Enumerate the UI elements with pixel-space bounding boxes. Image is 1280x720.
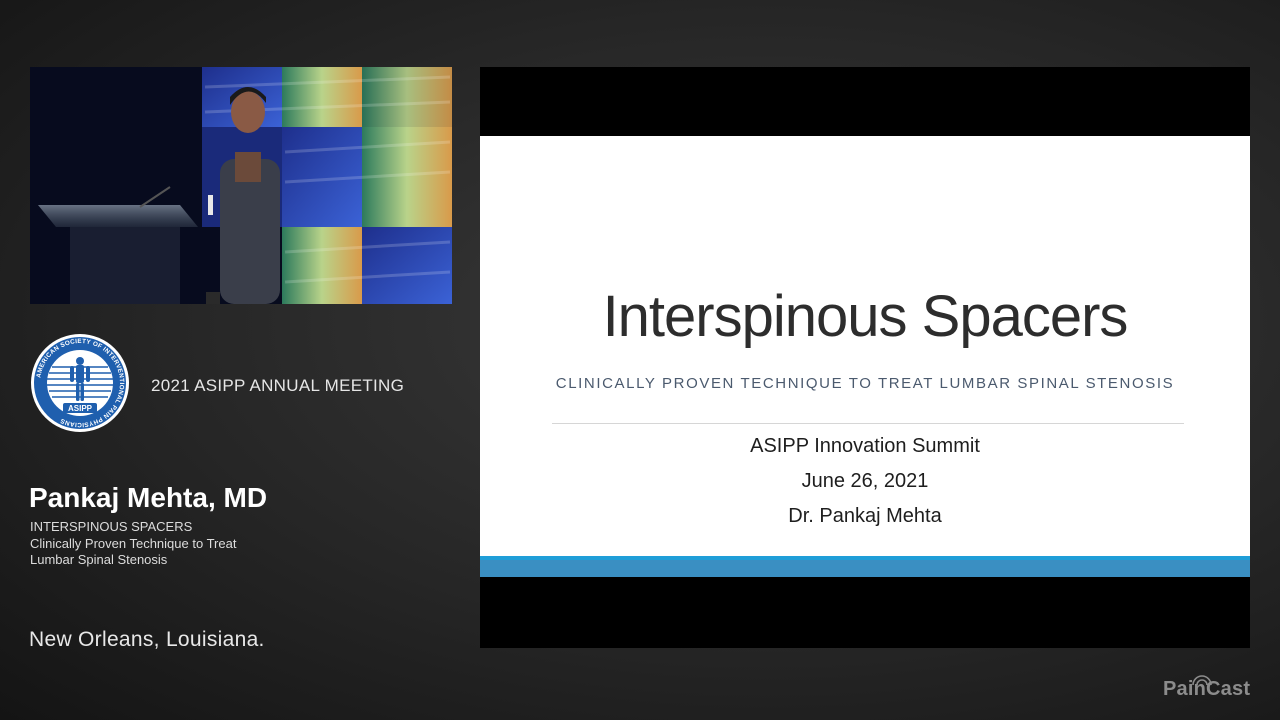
meeting-title: 2021 ASIPP ANNUAL MEETING [151, 376, 405, 395]
slide-panel: Interspinous Spacers CLINICALLY PROVEN T… [480, 67, 1250, 648]
slide-title: Interspinous Spacers [602, 284, 1129, 349]
paincast-watermark: PainCast [1163, 678, 1251, 700]
speaker-video [30, 67, 452, 304]
slide-author-line: Dr. Pankaj Mehta [788, 505, 942, 527]
asipp-logo: ASIPP AMERICAN SOCIETY OF INTERVENTIONAL… [30, 333, 130, 433]
slide-divider [552, 423, 1184, 424]
event-location: New Orleans, Louisiana. [29, 628, 265, 651]
slide-date-line: June 26, 2021 [801, 470, 929, 492]
presenter-name: Pankaj Mehta, MD [29, 482, 268, 513]
slide-event-line: ASIPP Innovation Summit [750, 435, 980, 457]
video-stage: ASIPP AMERICAN SOCIETY OF INTERVENTIONAL… [0, 0, 1280, 720]
logo-badge-text: ASIPP [68, 404, 93, 413]
talk-subtitle-line: Clinically Proven Technique to Treat [30, 536, 237, 551]
presentation-slide: Interspinous Spacers CLINICALLY PROVEN T… [480, 136, 1250, 577]
talk-subtitle-line: Lumbar Spinal Stenosis [30, 552, 168, 567]
slide-footer-bar [480, 560, 1250, 577]
slide-subtitle: CLINICALLY PROVEN TECHNIQUE TO TREAT LUM… [555, 375, 1175, 392]
talk-title-line: INTERSPINOUS SPACERS [30, 519, 193, 534]
